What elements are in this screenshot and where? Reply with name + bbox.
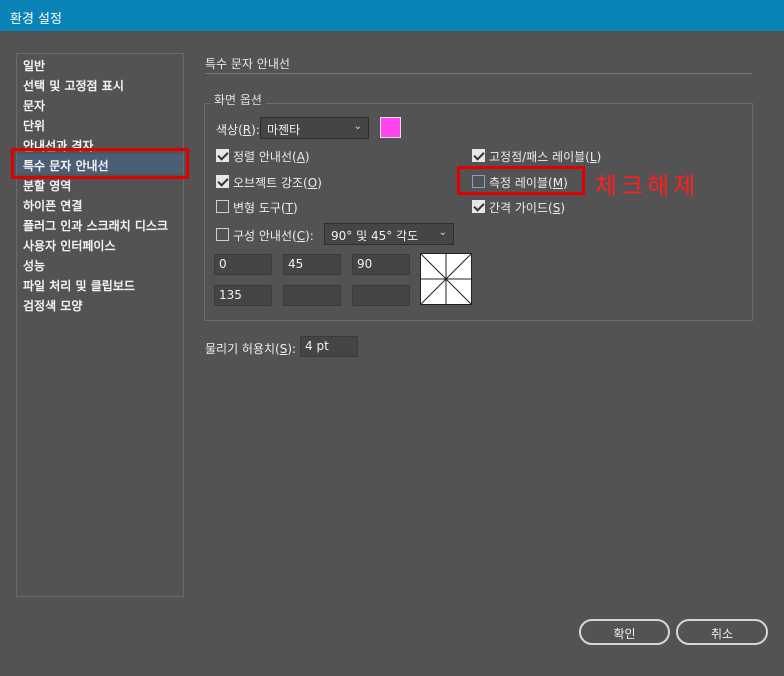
- section-title: 특수 문자 안내선: [205, 57, 290, 71]
- annotation-uncheck-text: 체크해제: [595, 172, 700, 200]
- sidebar-item-type[interactable]: 문자: [17, 94, 183, 114]
- object-highlight-label[interactable]: 오브젝트 강조(O): [233, 174, 322, 191]
- section-divider: [205, 73, 752, 74]
- angle-field-6[interactable]: [352, 285, 410, 306]
- construction-guides-label[interactable]: 구성 안내선(C):: [233, 227, 314, 244]
- transform-tools-checkbox[interactable]: [216, 200, 229, 213]
- spacing-guides-checkbox[interactable]: [472, 200, 485, 213]
- object-highlight-checkbox[interactable]: [216, 175, 229, 188]
- ok-button[interactable]: 확인: [579, 619, 670, 645]
- angle-field-3[interactable]: 90: [352, 254, 410, 275]
- window-title: 환경 설정: [0, 0, 784, 31]
- sidebar-item-user-interface[interactable]: 사용자 인터페이스: [17, 234, 183, 254]
- sidebar-item-units[interactable]: 단위: [17, 114, 183, 134]
- chevron-down-icon: ⌄: [353, 121, 362, 132]
- sidebar-item-file-handling-clipboard[interactable]: 파일 처리 및 클립보드: [17, 274, 183, 294]
- color-swatch[interactable]: [380, 117, 401, 138]
- angle-preview-icon: [420, 253, 472, 305]
- snapping-tolerance-input[interactable]: 4 pt: [300, 336, 358, 357]
- color-select[interactable]: 마젠타 ⌄: [260, 117, 369, 139]
- sidebar-highlight-box: [11, 148, 189, 179]
- anchor-path-labels-checkbox[interactable]: [472, 149, 485, 162]
- color-label: 색상(R):: [216, 123, 260, 137]
- measurement-labels-highlight-box: [457, 166, 585, 195]
- sidebar-item-selection-anchor-display[interactable]: 선택 및 고정점 표시: [17, 74, 183, 94]
- angle-field-2[interactable]: 45: [283, 254, 341, 275]
- align-guides-checkbox[interactable]: [216, 149, 229, 162]
- spacing-guides-label[interactable]: 간격 가이드(S): [489, 199, 565, 216]
- construction-guides-checkbox[interactable]: [216, 228, 229, 241]
- transform-tools-label[interactable]: 변형 도구(T): [233, 199, 298, 216]
- construction-guides-select[interactable]: 90° 및 45° 각도 ⌄: [324, 223, 454, 245]
- angle-field-1[interactable]: 0: [214, 254, 272, 275]
- anchor-path-labels-label[interactable]: 고정점/패스 레이블(L): [489, 148, 601, 165]
- align-guides-label[interactable]: 정렬 안내선(A): [233, 148, 310, 165]
- sidebar-item-plugins-scratch-disks[interactable]: 플러그 인과 스크래치 디스크: [17, 214, 183, 234]
- sidebar-item-appearance-of-black[interactable]: 검정색 모양: [17, 294, 183, 314]
- display-options-label: 화면 옵션: [210, 91, 266, 108]
- cancel-button[interactable]: 취소: [676, 619, 768, 645]
- snapping-tolerance-label: 물리기 허용치(S):: [205, 342, 297, 356]
- preferences-category-list[interactable]: 일반 선택 및 고정점 표시 문자 단위 안내선과 격자 특수 문자 안내선 분…: [16, 53, 184, 597]
- sidebar-item-general[interactable]: 일반: [17, 54, 183, 74]
- angle-field-5[interactable]: [283, 285, 341, 306]
- angle-field-4[interactable]: 135: [214, 285, 272, 306]
- chevron-down-icon: ⌄: [438, 227, 447, 238]
- sidebar-item-hyphenation[interactable]: 하이픈 연결: [17, 194, 183, 214]
- sidebar-item-performance[interactable]: 성능: [17, 254, 183, 274]
